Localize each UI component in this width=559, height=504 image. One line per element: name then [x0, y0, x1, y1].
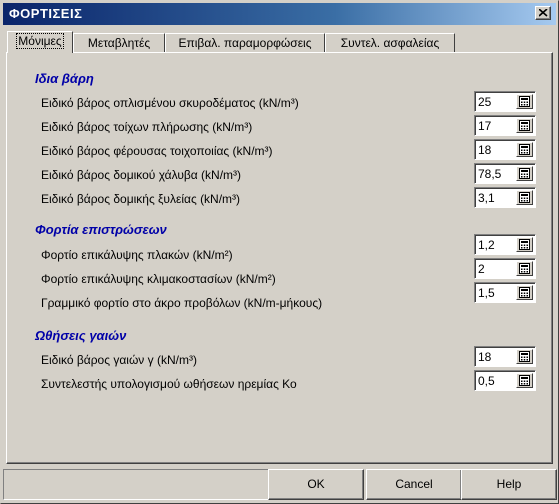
calculator-button[interactable] [516, 285, 533, 300]
label-soil-weight: Ειδικό βάρος γαιών γ (kN/m³) [41, 353, 197, 367]
close-icon [539, 9, 548, 17]
help-button[interactable]: Help [461, 469, 557, 500]
calculator-icon [519, 239, 530, 250]
label-steel-weight: Ειδικό βάρος δομικού χάλυβα (kN/m³) [41, 168, 242, 182]
slab-finish-load-field[interactable]: 1,2 [474, 234, 536, 255]
calculator-icon [519, 351, 530, 362]
section-title-earth-pressure: Ωθήσεις γαιών [35, 328, 127, 343]
cantilever-line-load-field[interactable]: 1,5 [474, 282, 536, 303]
calculator-button[interactable] [516, 142, 533, 157]
calculator-button[interactable] [516, 118, 533, 133]
calculator-icon [519, 144, 530, 155]
status-strip [3, 469, 271, 500]
tab-label: Επιβαλ. παραμορφώσεις [178, 36, 312, 50]
tab-label: Μόνιμες [16, 33, 64, 49]
field-value: 78,5 [478, 167, 502, 181]
calculator-button[interactable] [516, 261, 533, 276]
calculator-icon [519, 168, 530, 179]
calculator-button[interactable] [516, 166, 533, 181]
tab-label: Συντελ. ασφαλείας [340, 36, 440, 50]
calculator-icon [519, 375, 530, 386]
field-value: 17 [478, 119, 492, 133]
masonry-weight-field[interactable]: 18 [474, 139, 536, 160]
calculator-button[interactable] [516, 237, 533, 252]
label-slab-finish-load: Φορτίο επικάλυψης πλακών (kN/m²) [41, 248, 233, 262]
calculator-icon [519, 96, 530, 107]
field-value: 0,5 [478, 374, 495, 388]
cancel-button[interactable]: Cancel [366, 469, 462, 500]
section-title-self-weights: Ιδια βάρη [35, 71, 94, 86]
label-stair-finish-load: Φορτίο επικάλυψης κλιμακοστασίων (kN/m²) [41, 272, 276, 286]
calculator-icon [519, 263, 530, 274]
field-value: 2 [478, 262, 485, 276]
calculator-button[interactable] [516, 190, 533, 205]
calculator-button[interactable] [516, 349, 533, 364]
label-concrete-weight: Ειδικό βάρος οπλισμένου σκυροδέματος (kN… [41, 96, 299, 110]
field-value: 18 [478, 350, 492, 364]
infill-wall-weight-field[interactable]: 17 [474, 115, 536, 136]
stair-finish-load-field[interactable]: 2 [474, 258, 536, 279]
label-masonry-weight: Ειδικό βάρος φέρουσας τοιχοποιίας (kN/m³… [41, 144, 273, 158]
at-rest-coefficient-field[interactable]: 0,5 [474, 370, 536, 391]
concrete-weight-field[interactable]: 25 [474, 91, 536, 112]
label-infill-wall-weight: Ειδικό βάρος τοίχων πλήρωσης (kN/m³) [41, 120, 253, 134]
tab-syntelestes-asfaleias[interactable]: Συντελ. ασφαλείας [325, 33, 455, 52]
field-value: 1,5 [478, 286, 495, 300]
timber-weight-field[interactable]: 3,1 [474, 187, 536, 208]
field-value: 1,2 [478, 238, 495, 252]
tab-metavlites[interactable]: Μεταβλητές [73, 33, 165, 52]
tab-label: Μεταβλητές [87, 36, 151, 50]
calculator-icon [519, 287, 530, 298]
steel-weight-field[interactable]: 78,5 [474, 163, 536, 184]
ok-button[interactable]: OK [268, 469, 364, 500]
dialog-window: ΦΟΡΤΙΣΕΙΣ Μόνιμες Μεταβλητές Επιβαλ. παρ… [0, 0, 559, 504]
soil-weight-field[interactable]: 18 [474, 346, 536, 367]
section-title-finishes: Φορτία επιστρώσεων [35, 222, 167, 237]
field-value: 25 [478, 95, 492, 109]
calculator-icon [519, 192, 530, 203]
close-button[interactable] [535, 6, 551, 20]
tab-monimes[interactable]: Μόνιμες [7, 31, 73, 53]
calculator-button[interactable] [516, 94, 533, 109]
field-value: 18 [478, 143, 492, 157]
window-title: ΦΟΡΤΙΣΕΙΣ [9, 6, 83, 21]
calculator-button[interactable] [516, 373, 533, 388]
label-cantilever-line-load: Γραμμικό φορτίο στο άκρο προβόλων (kN/m-… [41, 296, 323, 310]
label-at-rest-coefficient: Συντελεστής υπολογισμού ωθήσεων ηρεμίας … [41, 377, 297, 391]
title-bar[interactable]: ΦΟΡΤΙΣΕΙΣ [3, 3, 556, 25]
label-timber-weight: Ειδικό βάρος δομικής ξυλείας (kN/m³) [41, 192, 241, 206]
tab-epivalomenes-paramorfoseis[interactable]: Επιβαλ. παραμορφώσεις [165, 33, 325, 52]
calculator-icon [519, 120, 530, 131]
field-value: 3,1 [478, 191, 495, 205]
